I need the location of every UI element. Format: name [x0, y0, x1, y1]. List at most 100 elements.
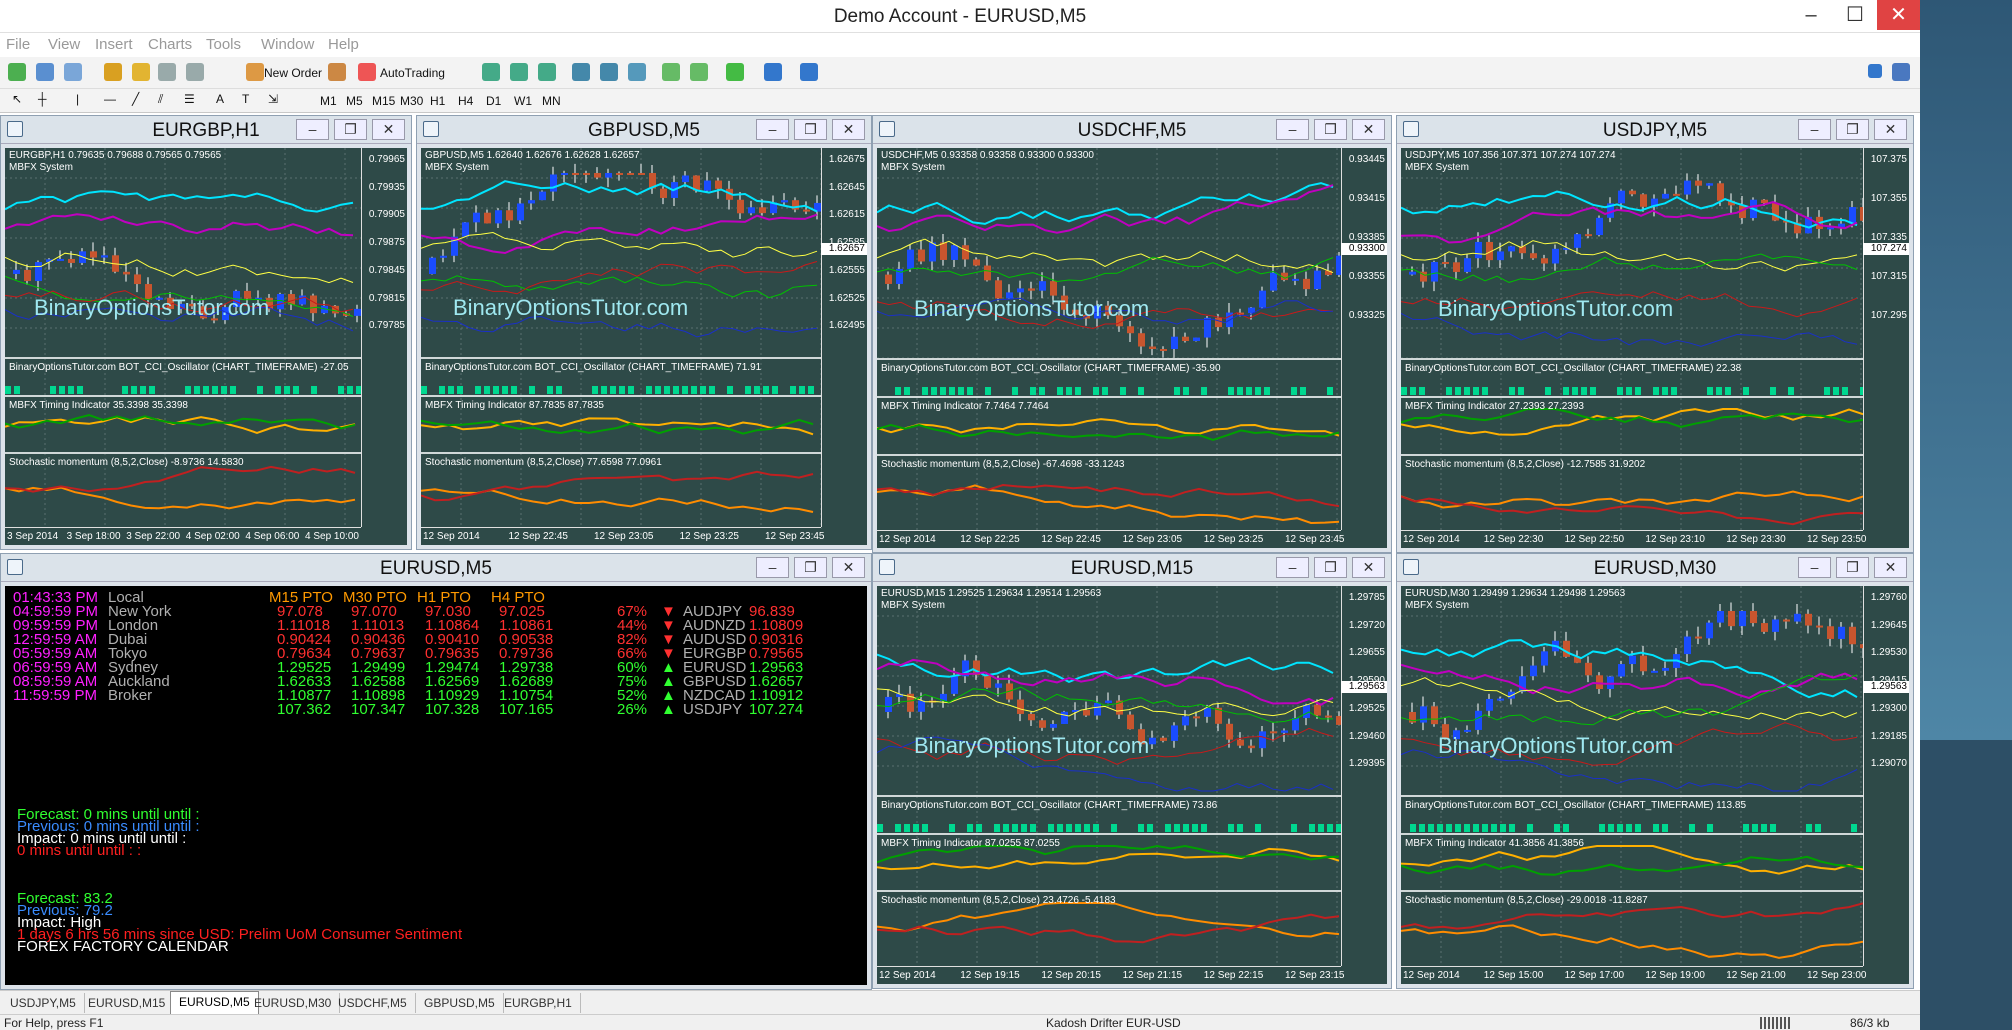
zoom-in-icon[interactable] [572, 63, 590, 81]
minimize-icon[interactable]: – [1276, 557, 1309, 578]
line-chart-icon[interactable] [538, 63, 556, 81]
tf-h1[interactable]: H1 [430, 94, 445, 108]
chart-shift-icon[interactable] [662, 63, 680, 81]
tf-d1[interactable]: D1 [486, 94, 501, 108]
autoscroll-icon[interactable] [690, 63, 708, 81]
tf-h4[interactable]: H4 [458, 94, 473, 108]
time-scale[interactable]: 12 Sep 2014 12 Sep 19:15 12 Sep 20:15 12 Se… [877, 966, 1345, 984]
menu-file[interactable]: File [6, 36, 30, 53]
minimize-icon[interactable]: – [1798, 557, 1831, 578]
chart-canvas[interactable]: USDJPY,M5 107.356 107.371 107.274 107.27… [1401, 148, 1909, 548]
fibo-icon[interactable]: ☰ [184, 92, 195, 106]
menu-insert[interactable]: Insert [95, 36, 133, 53]
trendline-icon[interactable]: ╱ [132, 92, 139, 106]
price-scale[interactable]: 1.297851.297201.296551.295901.295251.294… [1341, 586, 1387, 966]
tf-m15[interactable]: M15 [372, 94, 395, 108]
market-watch-icon[interactable] [64, 63, 82, 81]
close-icon[interactable]: ✕ [1352, 557, 1385, 578]
tester-icon[interactable] [186, 63, 204, 81]
window-titlebar[interactable]: EURUSD,M5 – ❐ ✕ [1, 554, 871, 582]
restore-icon[interactable]: ❐ [794, 557, 827, 578]
autotrading-button[interactable]: AutoTrading [380, 66, 445, 80]
profiles-icon[interactable] [36, 63, 54, 81]
chart-window-gbpusd-m5[interactable]: GBPUSD,M5– ❐ ✕ GBPUSD,M5 1.62640 1.62676 1.… [416, 115, 872, 550]
tab-gbpusd-m5[interactable]: GBPUSD,M5 [416, 993, 504, 1013]
channel-icon[interactable]: ⫽ [158, 92, 163, 107]
chart-window-eurusd-m15[interactable]: EURUSD,M15– ❐ ✕ EURUSD,M15 1.29525 1.29634 … [872, 553, 1392, 989]
maximize-icon[interactable]: ☐ [1833, 0, 1877, 30]
terminal-icon[interactable] [158, 63, 176, 81]
close-icon[interactable]: ✕ [832, 557, 865, 578]
tab-usdchf-m5[interactable]: USDCHF,M5 [330, 993, 416, 1013]
navigator-icon[interactable] [104, 63, 122, 81]
window-titlebar[interactable]: USDCHF,M5– ❐ ✕ [873, 116, 1391, 144]
chart-window-usdjpy-m5[interactable]: USDJPY,M5– ❐ ✕ USDJPY,M5 107.356 107.371 10… [1396, 115, 1914, 553]
window-titlebar[interactable]: EURGBP,H1– ❐ ✕ [1, 116, 411, 144]
time-scale[interactable]: 12 Sep 2014 12 Sep 22:25 12 Sep 22:45 12 Se… [877, 530, 1345, 548]
restore-icon[interactable]: ❐ [1314, 557, 1347, 578]
minimize-icon[interactable]: – [1276, 119, 1309, 140]
new-chart-icon[interactable] [8, 63, 26, 81]
window-titlebar[interactable]: GBPUSD,M5– ❐ ✕ [417, 116, 871, 144]
tab-eurgbp-h1[interactable]: EURGBP,H1 [496, 993, 581, 1013]
window-titlebar[interactable]: EURUSD,M15– ❐ ✕ [873, 554, 1391, 582]
tab-usdjpy-m5[interactable]: USDJPY,M5 [2, 993, 85, 1013]
tf-mn[interactable]: MN [542, 94, 561, 108]
candlestick-icon[interactable] [510, 63, 528, 81]
chart-canvas[interactable]: EURGBP,H1 0.79635 0.79688 0.79565 0.7956… [5, 148, 407, 545]
time-scale[interactable]: 12 Sep 2014 12 Sep 15:00 12 Sep 17:00 12 Se… [1401, 966, 1867, 984]
price-scale[interactable]: 1.626751.626451.626151.625851.625551.625… [821, 148, 867, 527]
chart-canvas[interactable]: EURUSD,M15 1.29525 1.29634 1.29514 1.295… [877, 586, 1387, 984]
price-scale[interactable]: 0.79965 0.79935 0.79905 0.79875 0.79845 0.798… [361, 148, 407, 527]
search-icon[interactable] [1868, 64, 1882, 78]
close-icon[interactable]: ✕ [372, 119, 405, 140]
vertical-line-icon[interactable]: | [76, 92, 79, 106]
minimize-icon[interactable]: – [1798, 119, 1831, 140]
minimize-icon[interactable]: – [1789, 0, 1833, 30]
time-scale[interactable]: 12 Sep 2014 12 Sep 22:45 12 Sep 23:05 12 Se… [421, 527, 825, 545]
zoom-out-icon[interactable] [600, 63, 618, 81]
chart-canvas[interactable]: GBPUSD,M5 1.62640 1.62676 1.62628 1.6265… [421, 148, 867, 545]
close-icon[interactable]: ✕ [832, 119, 865, 140]
tf-m1[interactable]: M1 [320, 94, 337, 108]
autotrading-icon[interactable] [358, 63, 376, 81]
text-label-icon[interactable]: T [242, 92, 249, 106]
restore-icon[interactable]: ❐ [334, 119, 367, 140]
arrows-icon[interactable]: ⇲ [268, 92, 278, 106]
menu-view[interactable]: View [48, 36, 80, 53]
data-window-icon[interactable] [132, 63, 150, 81]
menu-help[interactable]: Help [328, 36, 359, 53]
chart-canvas[interactable]: EURUSD,M30 1.29499 1.29634 1.29498 1.295… [1401, 586, 1909, 984]
chart-canvas[interactable]: USDCHF,M5 0.93358 0.93358 0.93300 0.9330… [877, 148, 1387, 548]
menu-tools[interactable]: Tools [206, 36, 241, 53]
templates-icon[interactable] [800, 63, 818, 81]
menu-window[interactable]: Window [261, 36, 314, 53]
time-scale[interactable]: 3 Sep 2014 3 Sep 18:00 3 Sep 22:00 4 Sep 02… [5, 527, 361, 545]
chart-window-usdchf-m5[interactable]: USDCHF,M5– ❐ ✕ USDCHF,M5 0.93358 0.93358 0.… [872, 115, 1392, 553]
new-order-button[interactable]: New Order [264, 66, 322, 80]
periods-icon[interactable] [764, 63, 782, 81]
tab-eurusd-m15[interactable]: EURUSD,M15 [80, 993, 175, 1013]
crosshair-icon[interactable]: ┼ [38, 92, 47, 106]
close-icon[interactable]: ✕ [1874, 557, 1907, 578]
close-icon[interactable]: ✕ [1874, 119, 1907, 140]
menu-charts[interactable]: Charts [148, 36, 192, 53]
tf-m30[interactable]: M30 [400, 94, 423, 108]
bar-chart-icon[interactable] [482, 63, 500, 81]
time-scale[interactable]: 12 Sep 2014 12 Sep 22:30 12 Sep 22:50 12 Se… [1401, 530, 1867, 548]
price-scale[interactable]: 107.375 107.355 107.335 107.315 107.295 107.2… [1863, 148, 1909, 530]
price-scale[interactable]: 0.93445 0.93415 0.93385 0.93355 0.93325 0.933… [1341, 148, 1387, 530]
restore-icon[interactable]: ❐ [1836, 557, 1869, 578]
window-titlebar[interactable]: EURUSD,M30– ❐ ✕ [1397, 554, 1913, 582]
chart-window-eurusd-m30[interactable]: EURUSD,M30– ❐ ✕ EURUSD,M30 1.29499 1.29634 … [1396, 553, 1914, 989]
minimize-icon[interactable]: – [756, 557, 789, 578]
chart-window-eurgbp-h1[interactable]: EURGBP,H1– ❐ ✕ EURGBP,H1 0.79635 0.79688 0.… [0, 115, 412, 550]
close-icon[interactable]: ✕ [1877, 0, 1920, 30]
help-icon[interactable] [1892, 63, 1910, 81]
cursor-icon[interactable]: ↖ [12, 92, 22, 106]
tf-m5[interactable]: M5 [346, 94, 363, 108]
horizontal-line-icon[interactable]: — [104, 92, 116, 106]
close-icon[interactable]: ✕ [1352, 119, 1385, 140]
minimize-icon[interactable]: – [296, 119, 329, 140]
restore-icon[interactable]: ❐ [794, 119, 827, 140]
